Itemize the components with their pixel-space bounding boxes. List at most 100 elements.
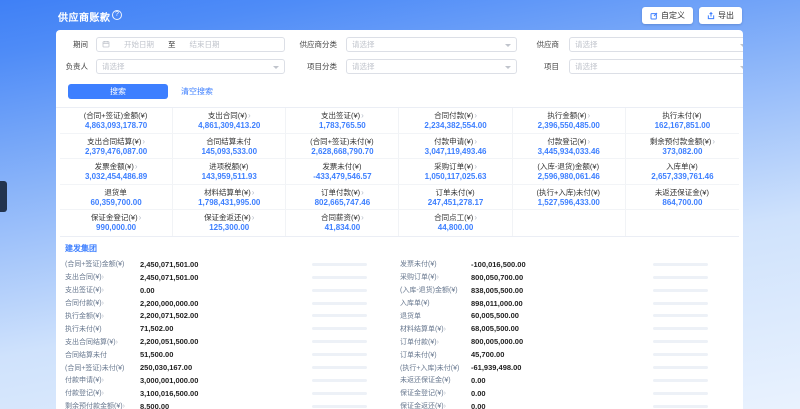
chevron-down-icon (505, 66, 511, 69)
metric-bar-track (653, 379, 708, 382)
stat-value: 802,665,747.46 (286, 197, 398, 208)
metric-row[interactable]: 执行金额(¥)› 2,200,071,502.00 (65, 310, 367, 323)
project-select[interactable]: 请选择 (569, 59, 743, 74)
metric-row[interactable]: (入库-退货)金额(¥) 838,005,500.00 (400, 284, 708, 297)
stat-cell[interactable]: 发票金额(¥)› 3,032,454,486.89 (60, 159, 173, 185)
metric-row[interactable]: 订单付款(¥)› 800,005,000.00 (400, 335, 708, 348)
stat-cell[interactable]: 支出合同(¥)› 4,861,309,413.20 (173, 108, 286, 134)
stat-cell[interactable]: 退货单 60,359,700.00 (60, 185, 173, 211)
metric-row[interactable]: 保证金登记(¥)› 0.00 (400, 387, 708, 400)
metric-row[interactable]: 未返还保证金(¥) 0.00 (400, 374, 708, 387)
stat-label: 材料结算单(¥) (204, 188, 251, 197)
metric-label: 合同付款(¥) (65, 300, 102, 307)
metric-bar-track (653, 340, 708, 343)
metric-label: 材料结算单(¥) (400, 326, 444, 333)
stat-cell[interactable]: 付款登记(¥)› 3,445,934,033.46 (513, 134, 626, 160)
stat-label: 未返还保证金(¥) (655, 188, 709, 197)
metric-row[interactable]: 合同结算未付 51,500.00 (65, 348, 367, 361)
export-button[interactable]: 导出 (699, 7, 742, 24)
stat-value: -433,479,546.57 (286, 171, 398, 182)
stat-cell[interactable] (513, 210, 626, 236)
metric-row[interactable]: 支出签证(¥)› 0.00 (65, 284, 367, 297)
metric-label: 退货单 (400, 313, 421, 320)
stat-cell[interactable]: 执行金额(¥)› 2,396,550,485.00 (513, 108, 626, 134)
metric-row[interactable]: 剩余预付款金额(¥)› 8,500.00 (65, 400, 367, 409)
metric-row[interactable]: 付款登记(¥)› 3,100,016,500.00 (65, 387, 367, 400)
help-icon[interactable]: ? (112, 10, 122, 20)
metric-value: 68,005,500.00 (471, 324, 653, 333)
stat-cell[interactable]: 保证金登记(¥)› 990,000.00 (60, 210, 173, 236)
stat-cell[interactable]: 支出合同结算(¥)› 2,379,476,087.00 (60, 134, 173, 160)
stat-cell[interactable]: 发票未付(¥) -433,479,546.57 (286, 159, 399, 185)
metric-label: 订单未付(¥) (400, 352, 437, 359)
stat-cell[interactable]: 合同薪资(¥)› 41,834.00 (286, 210, 399, 236)
metric-row[interactable]: 支出合同(¥)› 2,450,071,501.00 (65, 271, 367, 284)
metric-row[interactable]: (合同+签证)金额(¥) 2,450,071,501.00 (65, 258, 367, 271)
metric-value: 0.00 (471, 389, 653, 398)
stat-label: (入库-退货)金额(¥) (537, 162, 599, 171)
stat-value: 2,379,476,087.00 (60, 146, 172, 157)
stat-cell[interactable]: 入库单(¥) 2,657,339,761.46 (626, 159, 739, 185)
date-range-input[interactable]: 开始日期 至 结束日期 (96, 37, 285, 52)
drill-arrow-icon: › (252, 188, 255, 197)
metric-row[interactable]: 支出合同结算(¥)› 2,200,051,500.00 (65, 335, 367, 348)
stat-cell[interactable]: 订单未付(¥) 247,451,278.17 (399, 185, 512, 211)
group-title[interactable]: 建发集团 (65, 243, 743, 254)
metric-row[interactable]: 材料结算单(¥)› 68,005,500.00 (400, 322, 708, 335)
metric-row[interactable]: 入库单(¥) 898,011,000.00 (400, 297, 708, 310)
stat-value: 143,959,511.93 (173, 171, 285, 182)
customize-button[interactable]: 自定义 (642, 7, 693, 24)
metric-row[interactable]: 合同付款(¥)› 2,200,000,000.00 (65, 297, 367, 310)
supplier-category-select[interactable]: 请选择 (346, 37, 517, 52)
project-category-select[interactable]: 请选择 (346, 59, 517, 74)
drill-arrow-icon: › (248, 111, 251, 120)
metric-bar-track (653, 392, 708, 395)
stat-cell[interactable]: (合同+签证)未付(¥) 2,628,668,790.70 (286, 134, 399, 160)
stat-label: 进项税额(¥) (209, 162, 248, 171)
metric-row[interactable]: 付款申请(¥)› 3,000,001,000.00 (65, 374, 367, 387)
search-button[interactable]: 搜索 (68, 84, 168, 99)
clear-search-link[interactable]: 清空搜索 (181, 86, 213, 97)
metric-row[interactable]: (执行+入库)未付(¥) -61,939,498.00 (400, 361, 708, 374)
stat-cell[interactable] (626, 210, 739, 236)
stat-cell[interactable]: 剩余预付款金额(¥)› 373,082.00 (626, 134, 739, 160)
sidebar-collapse-handle[interactable] (0, 181, 7, 212)
export-label: 导出 (718, 10, 734, 21)
stat-cell[interactable]: 材料结算单(¥)› 1,798,431,995.00 (173, 185, 286, 211)
supplier-select[interactable]: 请选择 (569, 37, 743, 52)
drill-arrow-icon: › (135, 162, 138, 171)
metric-row[interactable]: 发票未付(¥) -100,016,500.00 (400, 258, 708, 271)
stat-cell[interactable]: 付款申请(¥)› 3,047,119,493.46 (399, 134, 512, 160)
metric-row[interactable]: 采购订单(¥)› 800,050,700.00 (400, 271, 708, 284)
stat-cell[interactable]: (入库-退货)金额(¥) 2,596,980,061.46 (513, 159, 626, 185)
stat-cell[interactable]: 订单付款(¥)› 802,665,747.46 (286, 185, 399, 211)
stat-cell[interactable]: 保证金返还(¥)› 125,300.00 (173, 210, 286, 236)
metric-row[interactable]: 退货单 60,005,500.00 (400, 310, 708, 323)
stat-label: 付款登记(¥) (547, 137, 586, 146)
stat-cell[interactable]: 合同结算未付 145,093,533.00 (173, 134, 286, 160)
stat-cell[interactable]: 合同点工(¥)› 44,800.00 (399, 210, 512, 236)
stat-value: 41,834.00 (286, 222, 398, 233)
edit-icon (650, 12, 658, 20)
metric-row[interactable]: 订单未付(¥) 45,700.00 (400, 348, 708, 361)
metric-bar-track (312, 340, 367, 343)
stat-cell[interactable]: 未返还保证金(¥) 864,700.00 (626, 185, 739, 211)
metric-list-right: 发票未付(¥) -100,016,500.00 采购订单(¥)› 800,050… (400, 258, 708, 409)
stat-cell[interactable]: 采购订单(¥)› 1,050,117,025.63 (399, 159, 512, 185)
drill-arrow-icon: › (102, 313, 104, 320)
metric-value: 800,050,700.00 (471, 273, 653, 282)
stat-cell[interactable]: (合同+签证)金额(¥) 4,863,093,178.70 (60, 108, 173, 134)
metric-row[interactable]: (合同+签证)未付(¥) 250,030,167.00 (65, 361, 367, 374)
drill-arrow-icon: › (116, 339, 118, 346)
metric-row[interactable]: 执行未付(¥) 71,502.00 (65, 322, 367, 335)
stat-cell[interactable]: 进项税额(¥) 143,959,511.93 (173, 159, 286, 185)
stat-cell[interactable]: 执行未付(¥) 162,167,851.00 (626, 108, 739, 134)
stat-cell[interactable]: 合同付款(¥)› 2,234,382,554.00 (399, 108, 512, 134)
metric-bar-track (312, 276, 367, 279)
stat-cell[interactable]: (执行+入库)未付(¥) 1,527,596,433.00 (513, 185, 626, 211)
stat-cell[interactable]: 支出签证(¥)› 1,783,765.50 (286, 108, 399, 134)
metric-row[interactable]: 保证金返还(¥)› 0.00 (400, 400, 708, 409)
stat-value: 990,000.00 (60, 222, 172, 233)
stat-label: 执行未付(¥) (662, 111, 701, 120)
owner-select[interactable]: 请选择 (96, 59, 285, 74)
